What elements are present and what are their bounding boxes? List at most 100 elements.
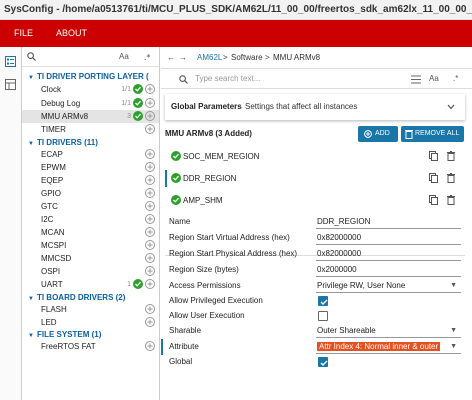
copy-icon[interactable] <box>429 173 438 183</box>
module-item-mmcsd[interactable]: MMCSD <box>22 252 159 265</box>
copy-icon[interactable] <box>429 151 438 161</box>
check-icon <box>133 111 143 121</box>
module-search[interactable]: Aa .* <box>22 47 159 67</box>
window-title: SysConfig - /home/a0513761/ti/MCU_PLUS_S… <box>0 0 472 20</box>
collapse-icon[interactable] <box>411 75 421 84</box>
module-item-ecap[interactable]: ECAP <box>22 148 159 161</box>
module-item-ospi[interactable]: OSPI <box>22 265 159 278</box>
instance-ddr-region[interactable]: DDR_REGION <box>165 170 465 187</box>
list-icon[interactable] <box>5 56 16 67</box>
shareable-select[interactable]: Outer Shareable ▼ <box>316 324 461 338</box>
trash-icon[interactable] <box>447 173 455 183</box>
section-header[interactable]: ▼ TI DRIVERS (11) <box>28 138 98 147</box>
global-checkbox[interactable] <box>318 357 328 367</box>
add-circle-icon[interactable] <box>145 214 155 224</box>
name-field[interactable]: DDR_REGION <box>316 215 461 229</box>
module-item-gtc[interactable]: GTC <box>22 200 159 213</box>
property-virt-addr: Region Start Virtual Address (hex) 0x820… <box>161 230 472 246</box>
menu-bar: FILE ABOUT <box>0 20 472 47</box>
add-circle-icon[interactable] <box>145 111 155 121</box>
back-arrow-icon[interactable]: ← <box>167 47 175 69</box>
grid-icon[interactable] <box>5 79 16 90</box>
add-circle-icon[interactable] <box>145 341 155 351</box>
dropdown-arrow-icon: ▼ <box>450 343 457 350</box>
module-item-epwm[interactable]: EPWM <box>22 161 159 174</box>
breadcrumb-module: MMU ARMv8 <box>273 53 321 62</box>
add-circle-icon[interactable] <box>145 304 155 314</box>
menu-about[interactable]: ABOUT <box>56 20 87 47</box>
region-size-field[interactable]: 0x2000000 <box>316 263 461 277</box>
add-circle-icon[interactable] <box>145 240 155 250</box>
property-priv-exec: Allow Privileged Execution <box>161 293 472 309</box>
copy-icon[interactable] <box>429 195 438 205</box>
module-item-timer[interactable]: TIMER <box>22 123 159 136</box>
physical-address-field[interactable]: 0x82000000 <box>316 247 461 261</box>
regex-icon[interactable]: .* <box>453 69 458 89</box>
breadcrumb-category[interactable]: Software <box>231 47 263 69</box>
check-icon <box>171 151 181 161</box>
module-item-i2c[interactable]: I2C <box>22 213 159 226</box>
property-shareable: Sharable Outer Shareable ▼ <box>161 323 472 339</box>
module-item-flash[interactable]: FLASH <box>22 303 159 316</box>
dropdown-arrow-icon: ▼ <box>450 327 457 334</box>
instance-amp-shm[interactable]: AMP_SHM <box>165 192 465 209</box>
module-item-freertos-fat[interactable]: FreeRTOS FAT <box>22 340 159 353</box>
module-item-mcspi[interactable]: MCSPI <box>22 239 159 252</box>
add-circle-icon[interactable] <box>145 84 155 94</box>
virtual-address-field[interactable]: 0x82000000 <box>316 231 461 245</box>
search-icon <box>179 75 188 84</box>
attribute-select[interactable]: Attr Index 4: Normal inner & outer ▼ <box>316 340 461 354</box>
forward-arrow-icon[interactable]: → <box>179 47 187 69</box>
dropdown-arrow-icon: ▼ <box>450 282 457 289</box>
priv-exec-checkbox[interactable] <box>318 296 328 306</box>
module-item-debug-log[interactable]: Debug Log 1/1 <box>22 97 159 110</box>
menu-file[interactable]: FILE <box>14 20 33 47</box>
breadcrumb-device[interactable]: AM62L <box>197 47 222 69</box>
search-placeholder[interactable]: Type search text... <box>195 69 260 89</box>
add-circle-icon[interactable] <box>145 253 155 263</box>
module-item-clock[interactable]: Clock 1/1 <box>22 83 159 96</box>
global-parameters-section[interactable]: Global Parameters Settings that affect a… <box>165 94 465 120</box>
property-user-exec: Allow User Execution <box>161 308 472 324</box>
add-circle-icon[interactable] <box>145 188 155 198</box>
module-item-eqep[interactable]: EQEP <box>22 174 159 187</box>
section-header[interactable]: ▼ TI DRIVER PORTING LAYER ( <box>28 72 149 81</box>
section-header[interactable]: ▼ TI BOARD DRIVERS (2) <box>28 293 125 302</box>
module-item-mcan[interactable]: MCAN <box>22 226 159 239</box>
check-icon <box>133 84 143 94</box>
add-circle-icon[interactable] <box>145 124 155 134</box>
module-list-panel: Aa .* ▼ TI DRIVER PORTING LAYER ( Clock 1… <box>22 47 160 400</box>
chevron-down-icon[interactable] <box>447 104 455 110</box>
match-case-toggle[interactable]: Aa <box>119 47 129 67</box>
config-search[interactable]: Type search text... Aa .* <box>161 69 472 89</box>
remove-all-button[interactable]: REMOVE ALL <box>401 126 464 142</box>
access-permissions-select[interactable]: Privilege RW, User None ▼ <box>316 279 461 293</box>
add-circle-icon[interactable] <box>145 98 155 108</box>
instance-soc-mem-region[interactable]: SOC_MEM_REGION <box>165 148 465 165</box>
add-circle-icon[interactable] <box>145 201 155 211</box>
trash-icon[interactable] <box>447 195 455 205</box>
module-item-uart[interactable]: UART 1 <box>22 278 159 291</box>
breadcrumb: ← → AM62L > Software > MMU ARMv8 <box>161 47 472 69</box>
user-exec-checkbox[interactable] <box>318 311 328 321</box>
svg-text:.*: .* <box>144 53 151 61</box>
section-header[interactable]: ▼ FILE SYSTEM (1) <box>28 330 101 339</box>
add-circle-icon[interactable] <box>145 162 155 172</box>
regex-icon[interactable]: .* <box>144 53 152 61</box>
trash-icon[interactable] <box>447 151 455 161</box>
property-size: Region Size (bytes) 0x2000000 <box>161 262 472 278</box>
property-name: Name DDR_REGION <box>161 214 472 230</box>
add-button[interactable]: ADD <box>358 126 398 142</box>
module-item-led[interactable]: LED <box>22 316 159 329</box>
add-circle-icon[interactable] <box>145 149 155 159</box>
add-circle-icon[interactable] <box>145 175 155 185</box>
add-circle-icon[interactable] <box>145 227 155 237</box>
check-icon <box>171 195 181 205</box>
add-circle-icon[interactable] <box>145 317 155 327</box>
match-case-toggle[interactable]: Aa <box>429 69 439 89</box>
module-item-mmu-armv8[interactable]: MMU ARMv8 3 <box>22 110 159 123</box>
add-circle-icon[interactable] <box>145 279 155 289</box>
module-item-gpio[interactable]: GPIO <box>22 187 159 200</box>
search-icon <box>27 52 36 61</box>
add-circle-icon[interactable] <box>145 266 155 276</box>
